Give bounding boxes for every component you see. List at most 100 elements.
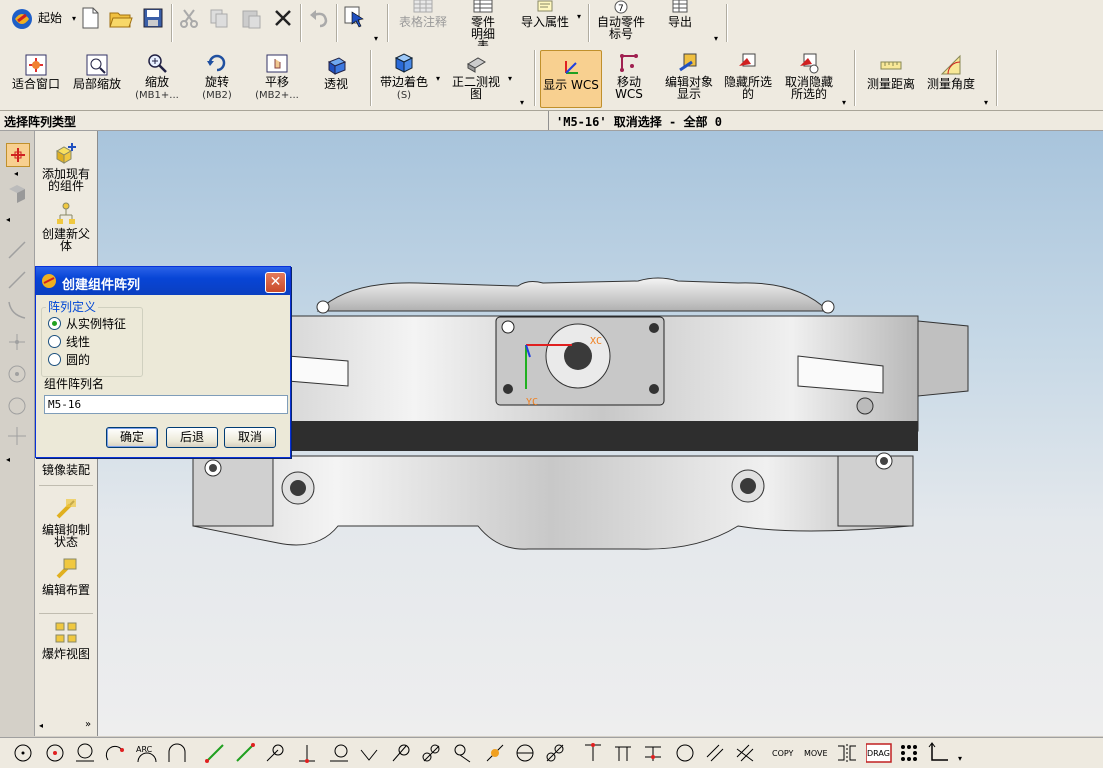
- array-name-input[interactable]: M5-16: [44, 395, 288, 414]
- group-label: 阵列定义: [46, 298, 99, 315]
- fit-button[interactable]: 适合窗口: [6, 54, 66, 90]
- ok-button[interactable]: 确定: [106, 427, 158, 448]
- cancel-button[interactable]: 取消: [224, 427, 276, 448]
- angle-icon[interactable]: [358, 742, 380, 764]
- circles-tangent-icon[interactable]: [420, 742, 442, 764]
- circle-icon[interactable]: [6, 395, 28, 417]
- line-angle-icon[interactable]: [484, 742, 506, 764]
- line-circle-icon[interactable]: [328, 742, 350, 764]
- import-attributes-button[interactable]: 导入属性: [516, 0, 574, 28]
- unhide-icon: [800, 53, 819, 74]
- table-note-button[interactable]: 表格注释: [395, 0, 451, 28]
- create-component-array-dialog: 创建组件阵列 ✕ 阵列定义 从实例特征 线性 圆的 组件阵列名 M5-16 确定…: [35, 266, 291, 458]
- circle-horizontal-icon[interactable]: [514, 742, 536, 764]
- line-two-points-icon[interactable]: [204, 742, 226, 764]
- line-point-tangent-icon[interactable]: [264, 742, 286, 764]
- circle-tangent-icon[interactable]: [74, 742, 96, 764]
- linear-radio[interactable]: [48, 335, 61, 348]
- crosshair-icon[interactable]: [6, 425, 28, 447]
- trim-icon[interactable]: [612, 742, 634, 764]
- shaded-cube-icon: [394, 53, 414, 73]
- create-new-parent-button[interactable]: 创建新父体: [35, 201, 97, 252]
- parts-list-button[interactable]: 零件明细表: [454, 0, 512, 52]
- svg-text:COPY: COPY: [772, 749, 794, 758]
- arc-tangent-icon[interactable]: [104, 742, 126, 764]
- parallel-lines-icon[interactable]: [704, 742, 726, 764]
- expand-chevron-icon[interactable]: »: [85, 719, 91, 730]
- svg-text:MOVE: MOVE: [804, 749, 828, 758]
- delete-icon[interactable]: [272, 7, 294, 29]
- cut-icon[interactable]: [178, 7, 200, 29]
- drag-icon[interactable]: DRAG: [866, 742, 892, 764]
- measure-angle-button[interactable]: 测量角度: [922, 54, 980, 90]
- exploded-view-button[interactable]: 爆炸视图: [35, 621, 97, 660]
- cross-lines-icon[interactable]: [734, 742, 756, 764]
- dialog-title-bar[interactable]: 创建组件阵列 ✕: [36, 267, 290, 295]
- point-set-icon[interactable]: [898, 742, 920, 764]
- circle-red-center-icon[interactable]: [44, 742, 66, 764]
- shaded-with-edges-button[interactable]: 带边着色 (S): [376, 52, 432, 102]
- paste-icon[interactable]: [240, 7, 262, 29]
- edit-arrangement-button[interactable]: 编辑布置: [35, 557, 97, 596]
- back-button[interactable]: 后退: [166, 427, 218, 448]
- line-point-point-icon[interactable]: [234, 742, 256, 764]
- zoom-button[interactable]: 缩放 (MB1+...: [128, 52, 186, 102]
- display-wcs-button[interactable]: 显示 WCS: [540, 50, 602, 108]
- pan-button[interactable]: 平移 (MB2+...: [248, 52, 306, 102]
- auto-balloon-button[interactable]: 7 自动零件标号: [594, 0, 648, 40]
- circle-small-icon[interactable]: [674, 742, 696, 764]
- circle-line-tangent-icon[interactable]: [452, 742, 474, 764]
- trimetric-view-button[interactable]: 正二测视图: [448, 52, 504, 100]
- extend-icon[interactable]: [642, 742, 664, 764]
- app-icon: [42, 274, 56, 288]
- svg-text:7: 7: [618, 4, 624, 14]
- move-wcs-icon: [620, 54, 638, 72]
- point-circle-icon[interactable]: [12, 742, 34, 764]
- measure-distance-button[interactable]: 测量距离: [862, 54, 920, 90]
- arc-text-icon[interactable]: ARC: [136, 742, 158, 764]
- select-icon[interactable]: [6, 143, 30, 167]
- open-folder-icon[interactable]: [109, 7, 133, 29]
- selection-toolbar: ◂ ◂ ◂: [0, 131, 35, 736]
- spline-icon[interactable]: [6, 299, 28, 321]
- move-wcs-button[interactable]: 移动 WCS: [602, 52, 656, 100]
- perspective-button[interactable]: 透视: [310, 54, 362, 90]
- close-button[interactable]: ✕: [265, 272, 286, 293]
- point-icon[interactable]: [6, 331, 28, 353]
- rotate-button[interactable]: 旋转 (MB2): [188, 52, 246, 102]
- line-icon[interactable]: [6, 239, 28, 261]
- arc-open-icon[interactable]: [166, 742, 188, 764]
- edit-object-display-button[interactable]: 编辑对象显示: [660, 52, 718, 100]
- export-button[interactable]: 导出: [656, 0, 704, 28]
- move-curve-icon[interactable]: MOVE: [804, 742, 830, 764]
- circle-center-icon[interactable]: [6, 363, 28, 385]
- axis-icon[interactable]: [928, 742, 950, 764]
- add-existing-component-button[interactable]: 添加现有的组件: [35, 141, 97, 192]
- copy-icon[interactable]: [208, 7, 230, 29]
- edit-suppression-state-button[interactable]: 编辑抑制状态: [35, 497, 97, 548]
- filter-parts-icon[interactable]: [6, 183, 28, 205]
- corner-icon[interactable]: [582, 742, 604, 764]
- selection-filter-icon[interactable]: [343, 5, 367, 29]
- nx-logo-icon: [12, 9, 32, 29]
- new-file-icon[interactable]: [80, 7, 100, 29]
- svg-text:ARC: ARC: [136, 745, 153, 754]
- view-toolbar: 适合窗口 局部缩放 缩放 (MB1+... 旋转 (MB2) 平移 (MB2+.…: [0, 46, 1103, 111]
- undo-icon[interactable]: [308, 7, 330, 29]
- copy-curve-icon[interactable]: COPY: [772, 742, 798, 764]
- line-ortho-icon[interactable]: [6, 269, 28, 291]
- parts-list-icon: [473, 0, 493, 13]
- mirror-curve-icon[interactable]: [836, 742, 858, 764]
- save-icon[interactable]: [142, 7, 164, 29]
- perspective-icon: [327, 57, 347, 75]
- start-button[interactable]: 起始 ▾: [10, 5, 76, 29]
- unhide-selected-button[interactable]: 取消隐藏所选的: [780, 52, 838, 100]
- line-circle-tangent-icon[interactable]: [390, 742, 412, 764]
- mirror-assembly-button[interactable]: 镜像装配: [35, 464, 97, 476]
- circular-radio[interactable]: [48, 353, 61, 366]
- zoom-window-button[interactable]: 局部缩放: [66, 54, 128, 90]
- line-perpendicular-icon[interactable]: [296, 742, 318, 764]
- circles-diagonal-icon[interactable]: [544, 742, 566, 764]
- hide-selected-button[interactable]: 隐藏所选的: [720, 52, 776, 100]
- from-instance-feature-radio[interactable]: [48, 317, 61, 330]
